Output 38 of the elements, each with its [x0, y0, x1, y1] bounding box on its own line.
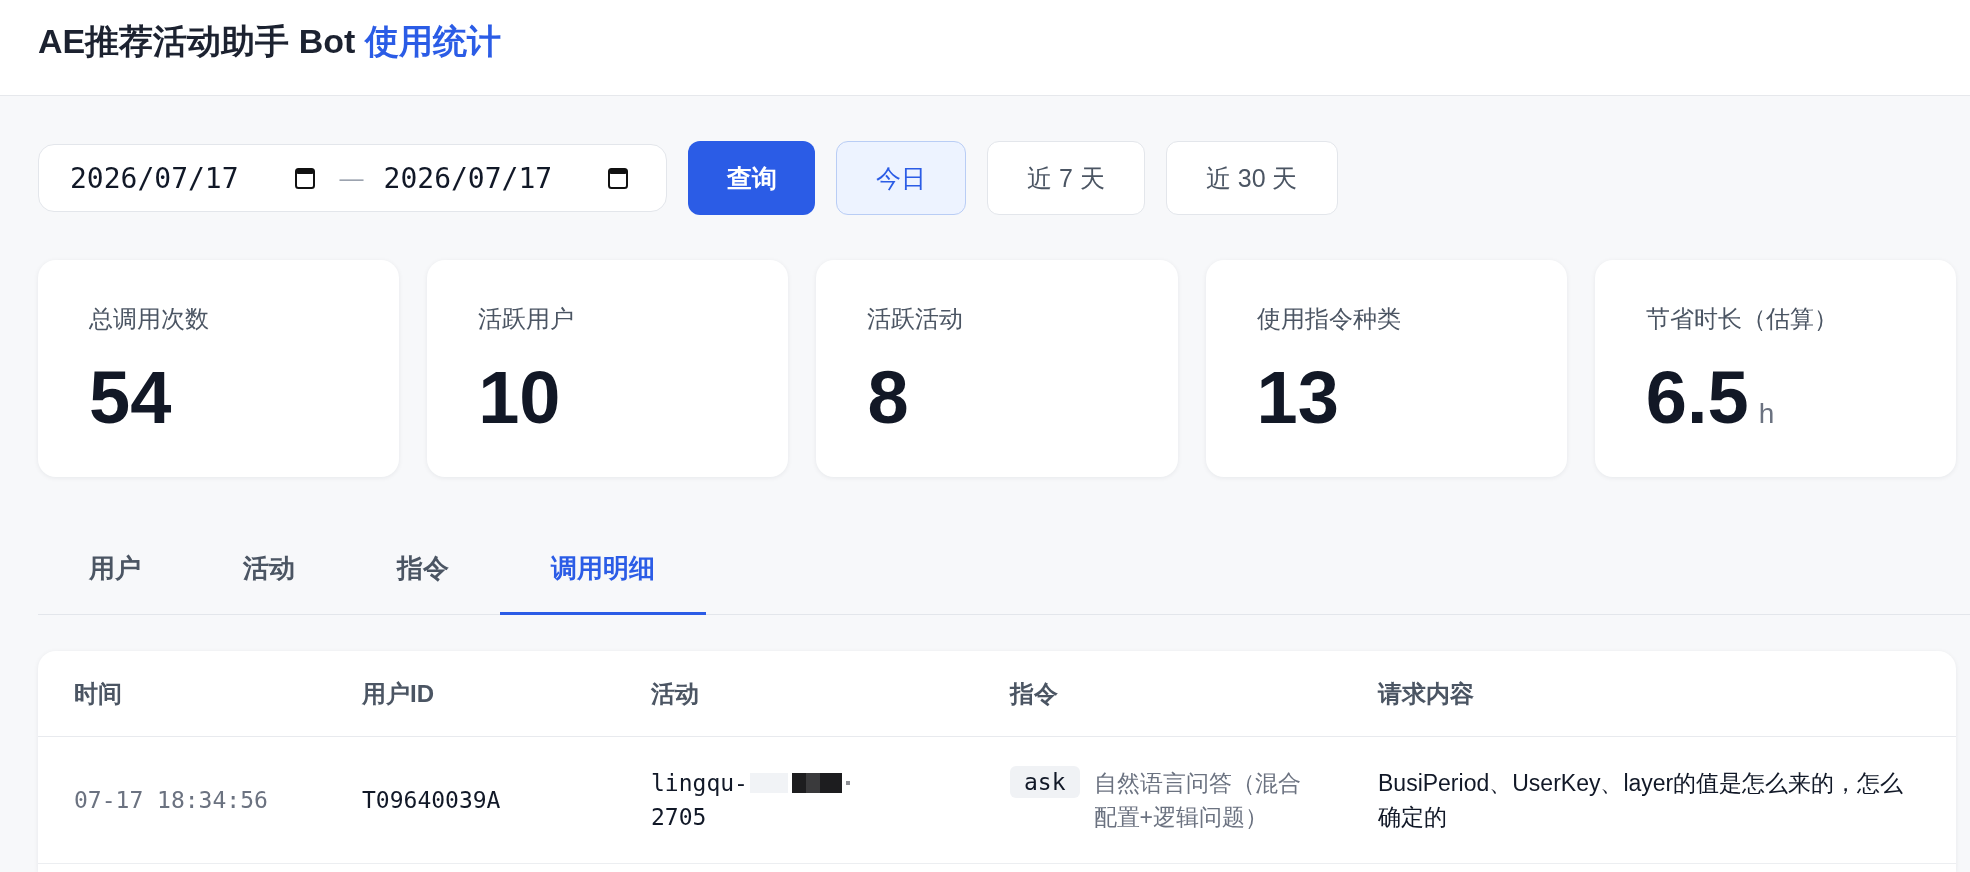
- tab[interactable]: 调用明细: [500, 521, 706, 615]
- calendar-icon[interactable]: [294, 167, 315, 189]
- stat-value: 8: [867, 361, 909, 435]
- column-header: 活动: [650, 678, 700, 709]
- stat-value: 10: [478, 361, 561, 435]
- date-input[interactable]: 2026/07/17: [383, 161, 629, 195]
- stat-label: 总调用次数: [89, 304, 209, 334]
- activity-text: 2705: [651, 804, 707, 830]
- table-cell-text: BusiPeriod、UserKey、layer的值是怎么来的，怎么确定的: [1377, 769, 1905, 832]
- stat-label: 活跃活动: [867, 304, 964, 334]
- stat-value: 6.5: [1645, 361, 1749, 435]
- column-header: 用户ID: [361, 678, 435, 709]
- activity-text: lingqu-: [651, 769, 748, 798]
- command-badge: ask: [1010, 766, 1080, 798]
- date-preset-button[interactable]: 近 30 天: [1165, 141, 1338, 215]
- stat-label: 使用指令种类: [1256, 304, 1401, 334]
- date-preset-button[interactable]: 近 7 天: [987, 141, 1145, 215]
- stat-unit: h: [1758, 398, 1775, 430]
- page-title: AE推荐活动助手 Bot 使用统计: [38, 20, 501, 62]
- query-button[interactable]: 查询: [688, 141, 815, 215]
- column-header: 请求内容: [1376, 678, 1475, 709]
- stat-value: 54: [89, 361, 172, 435]
- date-range-field[interactable]: 2026/07/17 — 2026/07/17: [38, 144, 667, 212]
- calendar-icon[interactable]: [608, 167, 629, 189]
- table-cell-text: T09640039A: [361, 786, 502, 815]
- date-preset-button[interactable]: 今日: [836, 141, 966, 215]
- tab[interactable]: 用户: [38, 521, 192, 615]
- stat-label: 活跃用户: [478, 304, 575, 334]
- tab[interactable]: 指令: [346, 521, 500, 615]
- date-input[interactable]: 2026/07/17: [70, 161, 315, 195]
- column-header: 时间: [73, 678, 123, 709]
- tab[interactable]: 活动: [192, 521, 346, 615]
- stat-label: 节省时长（估算）: [1645, 304, 1838, 334]
- stat-value: 13: [1256, 361, 1339, 435]
- command-description: 自然语言问答（混合配置+逻辑问题）: [1093, 769, 1302, 832]
- column-header: 指令: [1008, 678, 1059, 709]
- table-cell-text: 07-17 18:34:56: [73, 786, 269, 815]
- range-separator: —: [339, 164, 364, 192]
